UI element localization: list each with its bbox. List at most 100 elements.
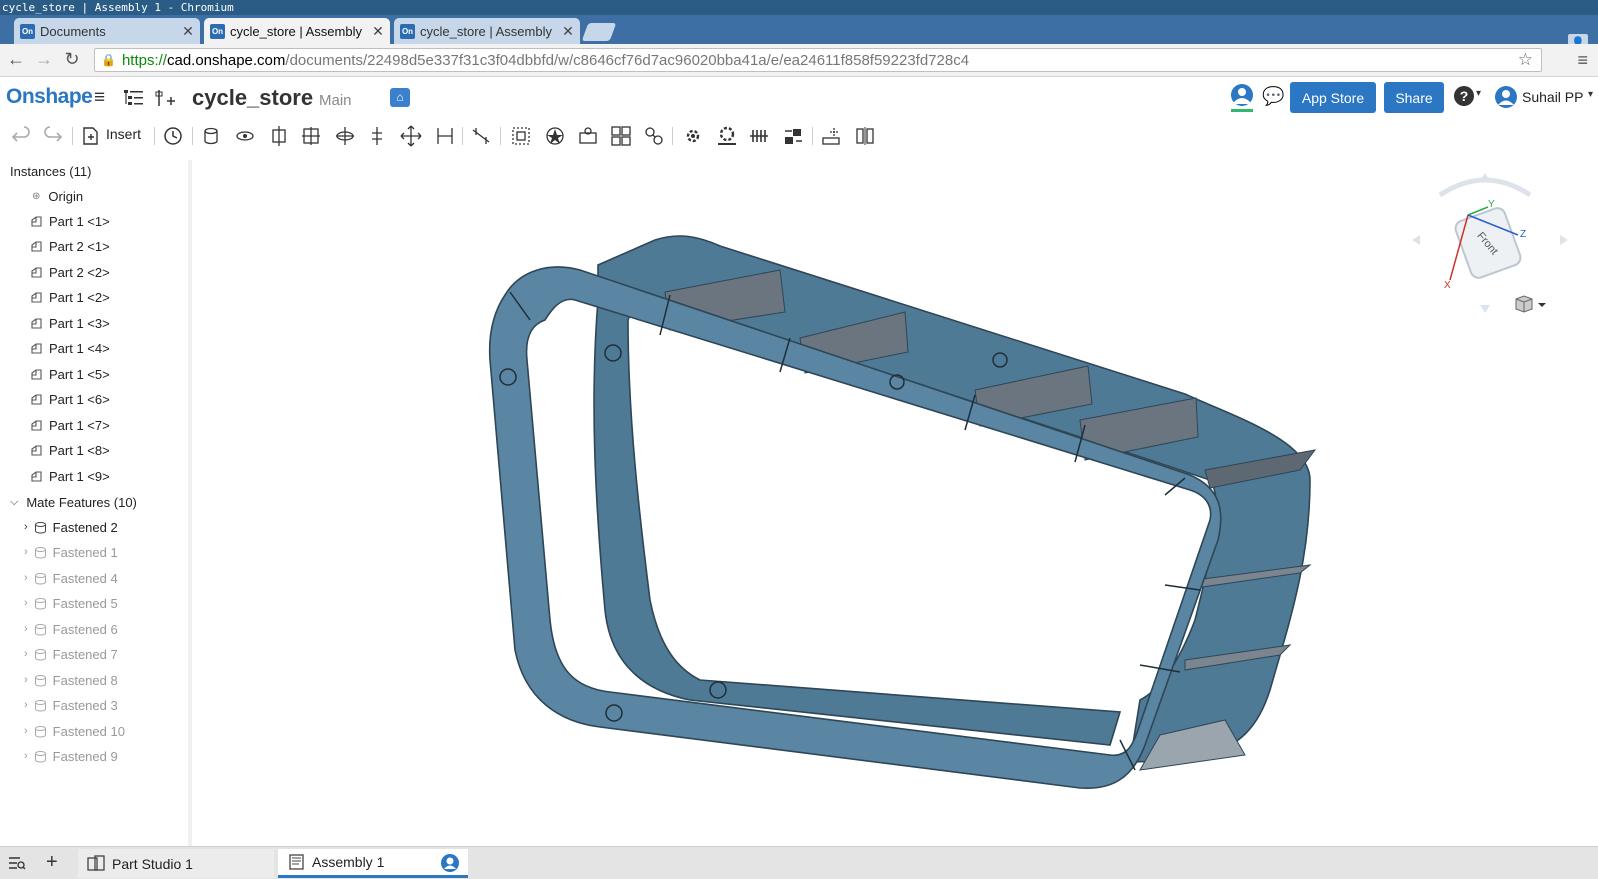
group-icon[interactable] xyxy=(510,125,532,147)
instance-item[interactable]: Part 1 <2> xyxy=(30,286,110,308)
chevron-right-icon[interactable]: › xyxy=(24,521,28,533)
chevron-right-icon[interactable]: › xyxy=(24,572,28,584)
url-input[interactable]: 🔒 https://cad.onshape.com/documents/2249… xyxy=(94,48,1542,72)
view-cube[interactable]: Front X Y Z xyxy=(1410,165,1570,315)
chevron-right-icon[interactable]: › xyxy=(24,674,28,686)
replicate-icon[interactable] xyxy=(643,125,665,147)
gear-icon[interactable] xyxy=(682,125,704,147)
clock-history-icon[interactable] xyxy=(162,125,184,147)
revolute-mate-icon[interactable] xyxy=(234,125,256,147)
cylindrical-mate-icon[interactable] xyxy=(334,125,356,147)
app-store-button[interactable]: App Store xyxy=(1290,82,1376,113)
user-presence-icon[interactable] xyxy=(1228,83,1256,113)
measure-icon[interactable] xyxy=(820,125,842,147)
cycle-store-model[interactable] xyxy=(196,155,1598,846)
rotate-left-icon[interactable] xyxy=(1412,235,1420,245)
screw-relation-icon[interactable] xyxy=(748,125,770,147)
pattern-icon[interactable] xyxy=(610,125,632,147)
bookmark-star-icon[interactable]: ☆ xyxy=(1518,50,1533,70)
instance-item[interactable]: Part 1 <1> xyxy=(30,210,110,232)
onshape-logo[interactable]: Onshape xyxy=(6,85,93,109)
help-icon[interactable]: ? xyxy=(1454,86,1474,106)
rotate-down-icon[interactable] xyxy=(1480,305,1490,313)
mate-item[interactable]: › Fastened 8 xyxy=(24,669,118,691)
undo-icon[interactable] xyxy=(10,125,32,147)
tab-assembly-1[interactable]: Assembly 1 xyxy=(278,849,468,878)
chevron-right-icon[interactable]: › xyxy=(24,648,28,660)
instance-item[interactable]: Part 1 <8> xyxy=(30,439,110,461)
mate-item[interactable]: › Fastened 9 xyxy=(24,745,118,767)
new-tab-button[interactable] xyxy=(581,23,617,41)
view-options-icon[interactable] xyxy=(1512,295,1552,315)
add-tab-icon[interactable]: + xyxy=(46,851,58,874)
filter-tabs-icon[interactable] xyxy=(8,855,26,871)
comment-icon[interactable]: 💬 xyxy=(1262,86,1284,107)
chevron-right-icon[interactable]: › xyxy=(24,597,28,609)
browser-menu-icon[interactable]: ≡ xyxy=(1577,50,1588,71)
branch-name[interactable]: Main xyxy=(319,92,352,109)
orbit-arc-icon[interactable] xyxy=(1438,177,1532,198)
rack-pinion-icon[interactable] xyxy=(716,125,738,147)
reload-icon[interactable]: ↻ xyxy=(62,49,82,69)
fastened-mate-icon[interactable] xyxy=(200,125,222,147)
chevron-down-icon[interactable]: ⌵ xyxy=(10,496,18,509)
parallel-mate-icon[interactable] xyxy=(434,125,456,147)
browser-tab-assembly-active[interactable]: On cycle_store | Assembly ✕ xyxy=(204,18,390,44)
mate-item[interactable]: › Fastened 10 xyxy=(24,720,125,742)
instance-item[interactable]: Part 2 <2> xyxy=(30,261,110,283)
mate-features-header[interactable]: ⌵ Mate Features (10) xyxy=(10,491,137,513)
planar-mate-icon[interactable] xyxy=(300,125,322,147)
rotate-up-icon[interactable] xyxy=(1480,173,1490,181)
user-name[interactable]: Suhail PP xyxy=(1522,89,1583,105)
insert-icon[interactable] xyxy=(80,125,102,147)
rotate-right-icon[interactable] xyxy=(1560,235,1568,245)
instance-item[interactable]: Part 2 <1> xyxy=(30,235,110,257)
instance-item[interactable]: Part 1 <4> xyxy=(30,337,110,359)
instances-header[interactable]: Instances (11) xyxy=(10,164,91,179)
chevron-right-icon[interactable]: › xyxy=(24,546,28,558)
browser-tab-assembly[interactable]: On cycle_store | Assembly ✕ xyxy=(394,18,580,44)
browser-tab-documents[interactable]: On Documents ✕ xyxy=(14,18,200,44)
instance-item[interactable]: Part 1 <6> xyxy=(30,388,110,410)
cube[interactable]: Front xyxy=(1453,206,1522,280)
linear-relation-icon[interactable] xyxy=(782,125,804,147)
close-icon[interactable]: ✕ xyxy=(370,23,386,40)
mate-item[interactable]: › Fastened 1 xyxy=(24,541,118,563)
slider-mate-icon[interactable] xyxy=(268,125,290,147)
chevron-right-icon[interactable]: › xyxy=(24,623,28,635)
ball-mate-icon[interactable] xyxy=(400,125,422,147)
instance-origin[interactable]: ⊛ Origin xyxy=(32,185,83,207)
feature-list-icon[interactable] xyxy=(123,88,145,108)
close-icon[interactable]: ✕ xyxy=(560,23,576,40)
user-avatar-icon[interactable] xyxy=(1494,85,1518,109)
mate-item[interactable]: › Fastened 5 xyxy=(24,592,118,614)
chevron-down-icon[interactable]: ▾ xyxy=(1476,88,1481,99)
mate-connector-icon[interactable] xyxy=(544,125,566,147)
graphics-viewport[interactable]: Front X Y Z xyxy=(196,155,1598,846)
instance-item[interactable]: Part 1 <7> xyxy=(30,414,110,436)
tangent-mate-icon[interactable] xyxy=(470,125,492,147)
instance-item[interactable]: Part 1 <3> xyxy=(30,312,110,334)
chevron-right-icon[interactable]: › xyxy=(24,699,28,711)
gear-relation-icon[interactable] xyxy=(577,125,599,147)
mate-item[interactable]: › Fastened 6 xyxy=(24,618,118,640)
explode-view-icon[interactable] xyxy=(854,125,876,147)
insert-part-icon[interactable] xyxy=(154,88,176,108)
share-button[interactable]: Share xyxy=(1384,82,1444,113)
instance-item[interactable]: Part 1 <9> xyxy=(30,465,110,487)
pin-slot-mate-icon[interactable] xyxy=(366,125,388,147)
back-arrow-icon[interactable]: ← xyxy=(6,49,26,69)
mate-item[interactable]: › Fastened 7 xyxy=(24,643,118,665)
document-title[interactable]: cycle_store xyxy=(192,85,313,111)
mate-item[interactable]: › Fastened 3 xyxy=(24,694,118,716)
mate-item[interactable]: › Fastened 2 xyxy=(24,516,118,538)
tab-part-studio-1[interactable]: Part Studio 1 xyxy=(78,849,274,878)
forward-arrow-icon[interactable]: → xyxy=(34,49,54,69)
education-badge-icon[interactable]: ⌂ xyxy=(390,88,410,107)
hamburger-menu-icon[interactable]: ≡ xyxy=(94,87,105,109)
chevron-right-icon[interactable]: › xyxy=(24,725,28,737)
redo-icon[interactable] xyxy=(42,125,64,147)
mate-item[interactable]: › Fastened 4 xyxy=(24,567,118,589)
chevron-right-icon[interactable]: › xyxy=(24,750,28,762)
instance-item[interactable]: Part 1 <5> xyxy=(30,363,110,385)
